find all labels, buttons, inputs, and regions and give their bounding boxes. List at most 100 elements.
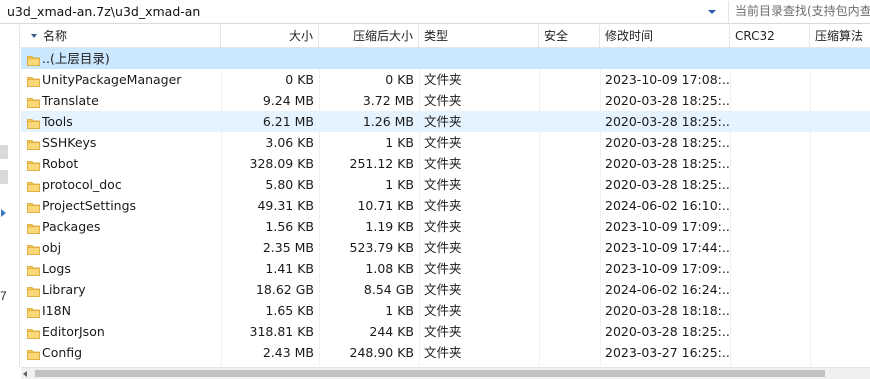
table-row[interactable]: Tools 6.21 MB 1.26 MB 文件夹 2020-03-28 18:25:.… bbox=[21, 111, 870, 132]
cell-type: 文件夹 bbox=[424, 282, 462, 297]
cell-size: 328.09 KB bbox=[249, 156, 314, 171]
cell-name: Logs bbox=[21, 258, 221, 279]
folder-icon bbox=[27, 262, 40, 276]
cell-modified: 2024-06-02 16:24:... bbox=[605, 282, 730, 297]
cell-name: Library bbox=[21, 279, 221, 300]
folder-icon bbox=[27, 283, 40, 297]
cell-size: 5.80 KB bbox=[265, 177, 314, 192]
cell-size: 49.31 KB bbox=[257, 198, 314, 213]
sort-down-icon bbox=[31, 34, 37, 38]
cell-size: 1.65 KB bbox=[265, 303, 314, 318]
cell-packed-size: 1.26 MB bbox=[362, 114, 414, 129]
cell-type: 文件夹 bbox=[424, 345, 462, 360]
folder-icon bbox=[27, 325, 40, 339]
file-name: Library bbox=[42, 282, 86, 297]
table-row[interactable]: EditorJson 318.81 KB 244 KB 文件夹 2020-03-28 1… bbox=[21, 321, 870, 342]
cell-name: Packages bbox=[21, 216, 221, 237]
table-row[interactable]: SSHKeys 3.06 KB 1 KB 文件夹 2020-03-28 18:25:..… bbox=[21, 132, 870, 153]
cell-packed-size: 1.19 KB bbox=[365, 219, 414, 234]
cell-packed-size: 3.72 MB bbox=[362, 93, 414, 108]
cell-modified: 2020-03-28 18:25:... bbox=[605, 177, 730, 192]
table-row[interactable]: Robot 328.09 KB 251.12 KB 文件夹 2020-03-28 18:… bbox=[21, 153, 870, 174]
file-name: ..(上层目录) bbox=[42, 51, 110, 66]
folder-icon bbox=[27, 220, 40, 234]
cell-modified: 2020-03-28 18:18:... bbox=[605, 303, 730, 318]
path-input[interactable]: u3d_xmad-an.7z\u3d_xmad-an bbox=[4, 2, 723, 22]
cell-type: 文件夹 bbox=[424, 303, 462, 318]
table-row[interactable]: I18N 1.65 KB 1 KB 文件夹 2020-03-28 18:18:... bbox=[21, 300, 870, 321]
cell-modified: 2023-10-09 17:09:... bbox=[605, 261, 730, 276]
cell-modified: 2020-03-28 18:25:... bbox=[605, 324, 730, 339]
cell-modified: 2020-03-28 18:25:... bbox=[605, 93, 730, 108]
cell-packed-size: 0 KB bbox=[385, 72, 414, 87]
cell-type: 文件夹 bbox=[424, 135, 462, 150]
cell-name: EditorJson bbox=[21, 321, 221, 342]
folder-icon bbox=[27, 346, 40, 360]
folder-icon bbox=[27, 199, 40, 213]
cell-type: 文件夹 bbox=[424, 156, 462, 171]
cell-packed-size: 10.71 KB bbox=[357, 198, 414, 213]
cell-packed-size: 1 KB bbox=[385, 177, 414, 192]
cell-modified: 2023-03-27 16:25:... bbox=[605, 345, 730, 360]
file-name: Packages bbox=[42, 219, 101, 234]
file-name: Config bbox=[42, 345, 83, 360]
expand-arrow-icon[interactable] bbox=[1, 209, 6, 217]
cell-size: 9.24 MB bbox=[262, 93, 314, 108]
table-row[interactable]: UnityPackageManager 0 KB 0 KB 文件夹 2023-10-09… bbox=[21, 69, 870, 90]
file-name: UnityPackageManager bbox=[42, 72, 182, 87]
table-row[interactable]: Library 18.62 GB 8.54 GB 文件夹 2024-06-02 16:2… bbox=[21, 279, 870, 300]
cell-modified: 2024-06-02 16:10:... bbox=[605, 198, 730, 213]
column-header-method[interactable]: 压缩算法 bbox=[810, 25, 870, 48]
cell-type: 文件夹 bbox=[424, 114, 462, 129]
scrollbar-thumb[interactable] bbox=[35, 370, 825, 377]
scroll-left-icon[interactable] bbox=[23, 371, 27, 377]
cell-modified: 2020-03-28 18:25:... bbox=[605, 135, 730, 150]
path-bar: u3d_xmad-an.7z\u3d_xmad-an 当前目录查找(支持包内查 bbox=[0, 0, 870, 24]
cell-size: 18.62 GB bbox=[255, 282, 314, 297]
cell-name: obj bbox=[21, 237, 221, 258]
column-header-size[interactable]: 大小 bbox=[221, 25, 319, 48]
cell-packed-size: 8.54 GB bbox=[363, 282, 414, 297]
cell-name: ..(上层目录) bbox=[21, 48, 221, 69]
column-header-type[interactable]: 类型 bbox=[419, 25, 539, 48]
cell-name: SSHKeys bbox=[21, 132, 221, 153]
folder-icon bbox=[27, 157, 40, 171]
table-row[interactable]: obj 2.35 MB 523.79 KB 文件夹 2023-10-09 17:44:.… bbox=[21, 237, 870, 258]
cell-type: 文件夹 bbox=[424, 198, 462, 213]
column-header-name[interactable]: 名称 bbox=[21, 25, 221, 48]
cell-packed-size: 244 KB bbox=[369, 324, 414, 339]
sidebar-gutter: 7 bbox=[0, 25, 20, 367]
cell-packed-size: 1 KB bbox=[385, 135, 414, 150]
cell-type: 文件夹 bbox=[424, 72, 462, 87]
cell-size: 2.43 MB bbox=[262, 345, 314, 360]
chevron-down-icon[interactable] bbox=[705, 6, 719, 18]
cell-modified: 2020-03-28 18:25:... bbox=[605, 156, 730, 171]
folder-icon bbox=[27, 241, 40, 255]
column-header-modified[interactable]: 修改时间 bbox=[600, 25, 730, 48]
file-name: Robot bbox=[42, 156, 79, 171]
table-row[interactable]: Packages 1.56 KB 1.19 KB 文件夹 2023-10-09 17:0… bbox=[21, 216, 870, 237]
cell-name: Tools bbox=[21, 111, 221, 132]
search-input[interactable]: 当前目录查找(支持包内查 bbox=[728, 1, 870, 23]
folder-icon bbox=[27, 94, 40, 108]
column-header-packed-size[interactable]: 压缩后大小 bbox=[319, 25, 419, 48]
table-row[interactable]: ProjectSettings 49.31 KB 10.71 KB 文件夹 2024-0… bbox=[21, 195, 870, 216]
file-name: obj bbox=[42, 240, 62, 255]
cell-packed-size: 251.12 KB bbox=[349, 156, 414, 171]
column-header-security[interactable]: 安全 bbox=[539, 25, 600, 48]
cell-packed-size: 248.90 KB bbox=[349, 345, 414, 360]
table-row[interactable]: Logs 1.41 KB 1.08 KB 文件夹 2023-10-09 17:09:..… bbox=[21, 258, 870, 279]
cell-modified: 2020-03-28 18:25:... bbox=[605, 114, 730, 129]
table-row[interactable]: Translate 9.24 MB 3.72 MB 文件夹 2020-03-28 18:… bbox=[21, 90, 870, 111]
cell-packed-size: 523.79 KB bbox=[349, 240, 414, 255]
column-header: 名称 大小 压缩后大小 类型 安全 修改时间 CRC32 压缩算法 bbox=[21, 25, 870, 48]
cell-modified: 2023-10-09 17:09:... bbox=[605, 219, 730, 234]
column-header-crc[interactable]: CRC32 bbox=[730, 25, 810, 48]
parent-directory-row[interactable]: ..(上层目录) bbox=[21, 48, 870, 69]
table-row[interactable]: Config 2.43 MB 248.90 KB 文件夹 2023-03-27 16:2… bbox=[21, 342, 870, 363]
table-row[interactable]: protocol_doc 5.80 KB 1 KB 文件夹 2020-03-28 18:… bbox=[21, 174, 870, 195]
cell-type: 文件夹 bbox=[424, 261, 462, 276]
cell-type: 文件夹 bbox=[424, 177, 462, 192]
horizontal-scrollbar[interactable] bbox=[21, 367, 870, 379]
cell-name: protocol_doc bbox=[21, 174, 221, 195]
